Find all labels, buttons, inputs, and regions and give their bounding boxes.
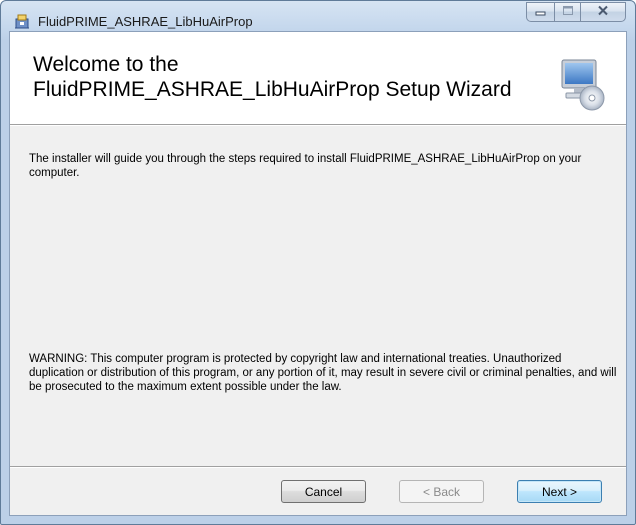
wizard-body: Welcome to the FluidPRIME_ASHRAE_LibHuAi… [9, 31, 627, 516]
banner-divider [10, 125, 626, 126]
banner-title-line1: Welcome to the [33, 53, 179, 76]
maximize-button[interactable] [554, 2, 580, 22]
installer-package-icon [14, 13, 31, 30]
installer-window: FluidPRIME_ASHRAE_LibHuAirProp Welcome t… [0, 0, 636, 525]
close-icon [597, 3, 609, 21]
banner-title-line2: FluidPRIME_ASHRAE_LibHuAirProp Setup Wiz… [33, 78, 512, 101]
close-button[interactable] [580, 2, 626, 22]
caption-buttons [526, 2, 626, 23]
banner-title: Welcome to the FluidPRIME_ASHRAE_LibHuAi… [33, 52, 512, 102]
back-button[interactable]: < Back [399, 480, 484, 503]
maximize-icon [562, 3, 574, 21]
wizard-banner: Welcome to the FluidPRIME_ASHRAE_LibHuAi… [10, 32, 626, 125]
intro-text: The installer will guide you through the… [29, 153, 582, 179]
minimize-icon [535, 3, 547, 21]
cancel-button[interactable]: Cancel [281, 480, 366, 503]
copyright-warning: WARNING: This computer program is protec… [29, 353, 617, 393]
footer-divider-highlight [10, 467, 626, 468]
window-title: FluidPRIME_ASHRAE_LibHuAirProp [38, 14, 253, 29]
minimize-button[interactable] [526, 2, 554, 22]
computer-cd-icon [558, 56, 606, 112]
next-button[interactable]: Next > [517, 480, 602, 503]
